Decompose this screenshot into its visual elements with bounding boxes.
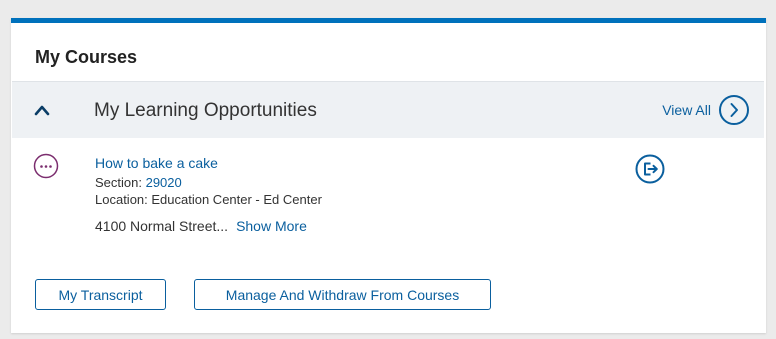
chevron-up-icon xyxy=(34,105,50,116)
course-address-line: 4100 Normal Street... Show More xyxy=(95,218,322,234)
section-label: Section: xyxy=(95,175,146,190)
view-all-link[interactable]: View All xyxy=(662,93,750,127)
show-more-link[interactable]: Show More xyxy=(236,218,307,234)
my-transcript-button[interactable]: My Transcript xyxy=(35,279,166,310)
learning-opportunities-header: My Learning Opportunities View All xyxy=(12,81,764,138)
collapse-toggle[interactable] xyxy=(30,98,54,122)
exit-icon[interactable] xyxy=(635,154,665,184)
course-location: Location: Education Center - Ed Center xyxy=(95,192,322,207)
view-all-label: View All xyxy=(662,102,711,118)
course-info: How to bake a cake Section: 29020 Locati… xyxy=(95,155,322,234)
chevron-right-circle-icon xyxy=(719,95,749,125)
section-title: My Learning Opportunities xyxy=(94,100,317,121)
course-address: 4100 Normal Street... xyxy=(95,218,229,234)
more-dots-circle-icon[interactable] xyxy=(33,153,59,179)
course-title-link[interactable]: How to bake a cake xyxy=(95,155,322,171)
course-section-line: Section: 29020 xyxy=(95,174,322,191)
manage-withdraw-button[interactable]: Manage And Withdraw From Courses xyxy=(194,279,491,310)
my-courses-card: My Courses My Learning Opportunities Vie… xyxy=(11,18,766,333)
card-title: My Courses xyxy=(35,47,138,67)
section-number: 29020 xyxy=(145,175,182,190)
